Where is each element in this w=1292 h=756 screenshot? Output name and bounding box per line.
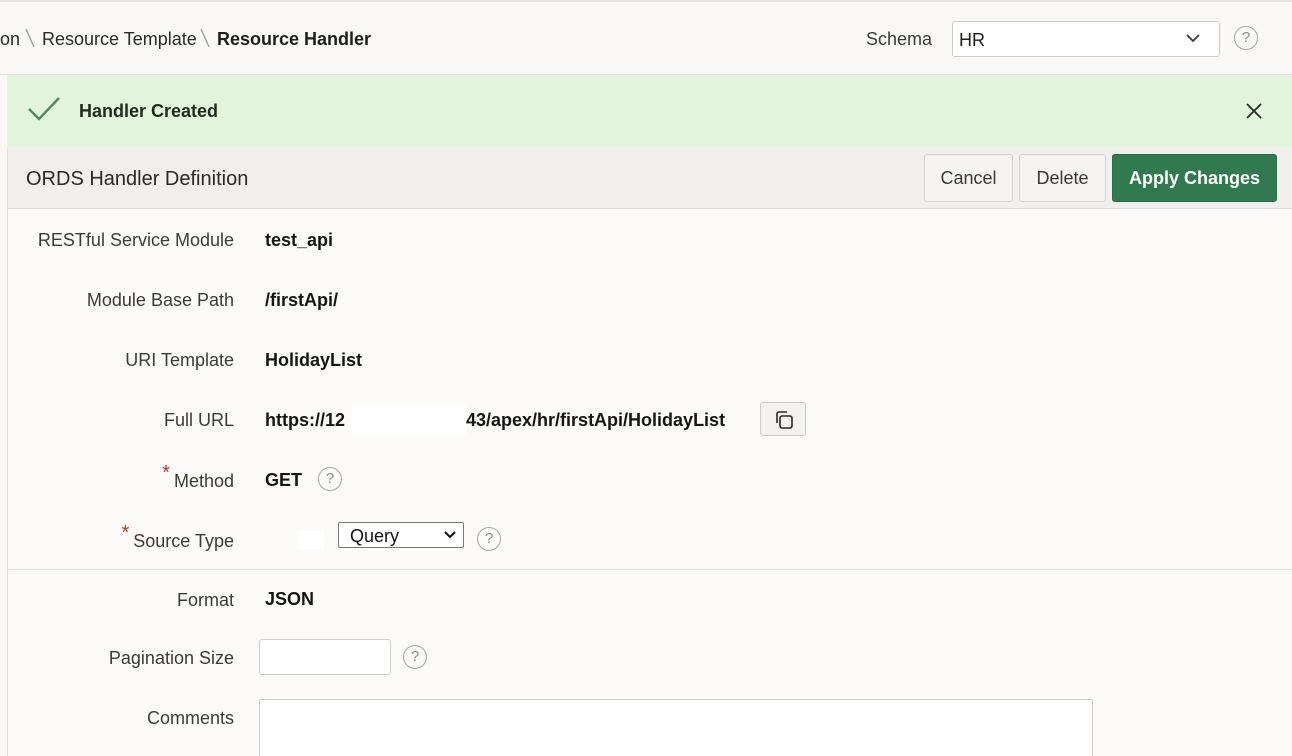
region-title: ORDS Handler Definition bbox=[26, 168, 249, 190]
uri-template-label: URI Template bbox=[125, 350, 234, 370]
comments-textarea[interactable] bbox=[259, 699, 1093, 756]
format-value: JSON bbox=[265, 589, 315, 609]
module-value: test_api bbox=[265, 230, 334, 250]
success-alert: Handler Created bbox=[7, 75, 1292, 147]
full-url-label: Full URL bbox=[163, 410, 234, 430]
breadcrumb-separator-icon bbox=[25, 28, 35, 48]
base-path-label: Module Base Path bbox=[86, 290, 234, 310]
chevron-down-icon bbox=[1186, 34, 1200, 43]
required-marker: * bbox=[162, 462, 170, 484]
source-type-label: * Source Type bbox=[121, 522, 234, 551]
redacted-area bbox=[298, 531, 324, 549]
source-type-select[interactable]: Query bbox=[338, 522, 464, 548]
breadcrumb-item-resource-handler: Resource Handler bbox=[217, 29, 372, 49]
format-label: Format bbox=[176, 590, 234, 610]
copy-url-button[interactable] bbox=[760, 402, 806, 436]
breadcrumb-item-resource-template[interactable]: Resource Template bbox=[42, 29, 197, 50]
breadcrumb-separator-icon bbox=[200, 28, 210, 48]
schema-select-value: HR bbox=[959, 30, 985, 50]
pagination-size-label: Pagination Size bbox=[108, 648, 234, 668]
apply-changes-button[interactable]: Apply Changes bbox=[1112, 154, 1277, 202]
pagination-help-icon[interactable]: ? bbox=[403, 645, 427, 669]
method-help-icon[interactable]: ? bbox=[318, 467, 342, 491]
source-type-value: Query bbox=[350, 526, 400, 546]
source-type-help-icon[interactable]: ? bbox=[477, 527, 501, 551]
schema-label: Schema bbox=[866, 29, 933, 49]
check-icon bbox=[28, 97, 60, 121]
base-path-value: /firstApi/ bbox=[265, 290, 339, 310]
section-divider bbox=[7, 569, 1292, 570]
redacted-area bbox=[352, 405, 466, 435]
cancel-button[interactable]: Cancel bbox=[924, 154, 1013, 202]
alert-message: Handler Created bbox=[79, 101, 219, 121]
schema-select[interactable]: HR bbox=[952, 21, 1220, 57]
method-label: * Method bbox=[162, 462, 234, 491]
chevron-down-icon bbox=[444, 531, 456, 539]
method-value: GET bbox=[265, 470, 303, 490]
pagination-size-input[interactable] bbox=[259, 639, 391, 675]
copy-icon bbox=[776, 411, 793, 429]
delete-button[interactable]: Delete bbox=[1019, 154, 1106, 202]
region-header: ORDS Handler Definition Cancel Delete Ap… bbox=[8, 147, 1292, 209]
required-marker: * bbox=[121, 522, 130, 544]
breadcrumb-bar: on Resource Template Resource Handler Sc… bbox=[0, 2, 1292, 75]
close-icon[interactable] bbox=[1245, 102, 1263, 120]
uri-template-value: HolidayList bbox=[265, 350, 363, 370]
comments-label: Comments bbox=[146, 708, 234, 728]
module-label: RESTful Service Module bbox=[37, 230, 234, 250]
full-url-value-start: https://12 bbox=[265, 410, 346, 430]
breadcrumb-item-application[interactable]: on bbox=[0, 29, 20, 50]
schema-help-icon[interactable]: ? bbox=[1234, 26, 1258, 50]
full-url-value-end: 43/apex/hr/firstApi/HolidayList bbox=[466, 410, 726, 430]
